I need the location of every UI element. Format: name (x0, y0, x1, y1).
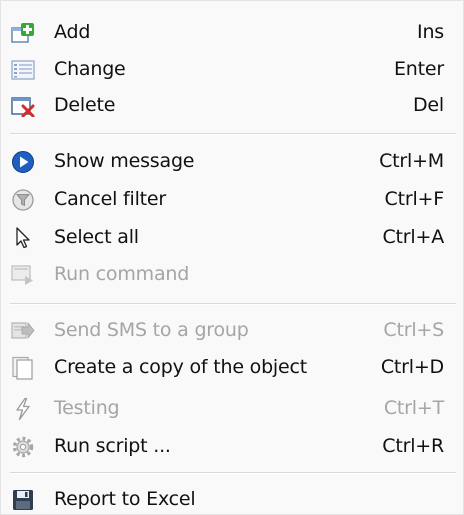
menu-item-change[interactable]: Change Enter (1, 55, 463, 85)
menu-separator (10, 472, 456, 474)
menu-item-label: Report to Excel (54, 488, 196, 510)
save-icon (10, 488, 36, 512)
gear-icon (10, 435, 36, 459)
menu-item-select-all[interactable]: Select all Ctrl+A (1, 223, 463, 253)
menu-separator (10, 303, 456, 305)
menu-item-show-message[interactable]: Show message Ctrl+M (1, 147, 463, 177)
send-sms-icon (10, 319, 36, 343)
menu-item-label: Run command (54, 263, 190, 285)
menu-item-label: Show message (54, 150, 195, 172)
menu-item-shortcut: Ctrl+T (383, 397, 444, 419)
menu-separator (10, 133, 456, 135)
menu-item-shortcut: Ins (417, 21, 444, 43)
menu-item-shortcut: Ctrl+R (382, 435, 444, 457)
menu-item-shortcut: Ctrl+A (382, 226, 444, 248)
menu-item-shortcut: Ctrl+D (380, 356, 444, 378)
menu-item-shortcut: Ctrl+F (384, 188, 445, 210)
menu-item-shortcut: Enter (394, 58, 444, 80)
menu-item-shortcut: Ctrl+M (379, 150, 444, 172)
cursor-icon (10, 226, 36, 250)
menu-item-label: Testing (54, 397, 120, 419)
menu-item-add[interactable]: Add Ins (1, 18, 463, 48)
context-menu: Add Ins Change Enter Delete Del Show mes… (0, 0, 464, 515)
menu-item-label: Create a copy of the object (54, 356, 307, 378)
menu-item-shortcut: Ctrl+S (383, 319, 444, 341)
menu-item-run-script[interactable]: Run script ... Ctrl+R (1, 432, 463, 462)
copy-icon (10, 356, 36, 380)
add-icon (10, 21, 36, 45)
menu-item-label: Delete (54, 94, 116, 116)
list-icon (10, 58, 36, 82)
play-icon (10, 150, 36, 174)
menu-item-create-copy[interactable]: Create a copy of the object Ctrl+D (1, 353, 463, 383)
menu-item-report-to-excel[interactable]: Report to Excel (1, 485, 463, 515)
menu-item-delete[interactable]: Delete Del (1, 91, 463, 121)
menu-item-label: Add (54, 21, 91, 43)
menu-item-run-command[interactable]: Run command (1, 260, 463, 290)
delete-icon (10, 94, 36, 118)
run-command-icon (10, 263, 36, 287)
menu-item-cancel-filter[interactable]: Cancel filter Ctrl+F (1, 185, 463, 215)
lightning-icon (10, 397, 36, 421)
menu-item-testing[interactable]: Testing Ctrl+T (1, 394, 463, 424)
cancel-filter-icon (10, 188, 36, 212)
menu-item-label: Change (54, 58, 126, 80)
menu-item-send-sms[interactable]: Send SMS to a group Ctrl+S (1, 316, 463, 346)
menu-item-label: Run script ... (54, 435, 171, 457)
menu-item-label: Select all (54, 226, 139, 248)
menu-item-label: Cancel filter (54, 188, 167, 210)
menu-item-label: Send SMS to a group (54, 319, 249, 341)
menu-item-shortcut: Del (413, 94, 444, 116)
